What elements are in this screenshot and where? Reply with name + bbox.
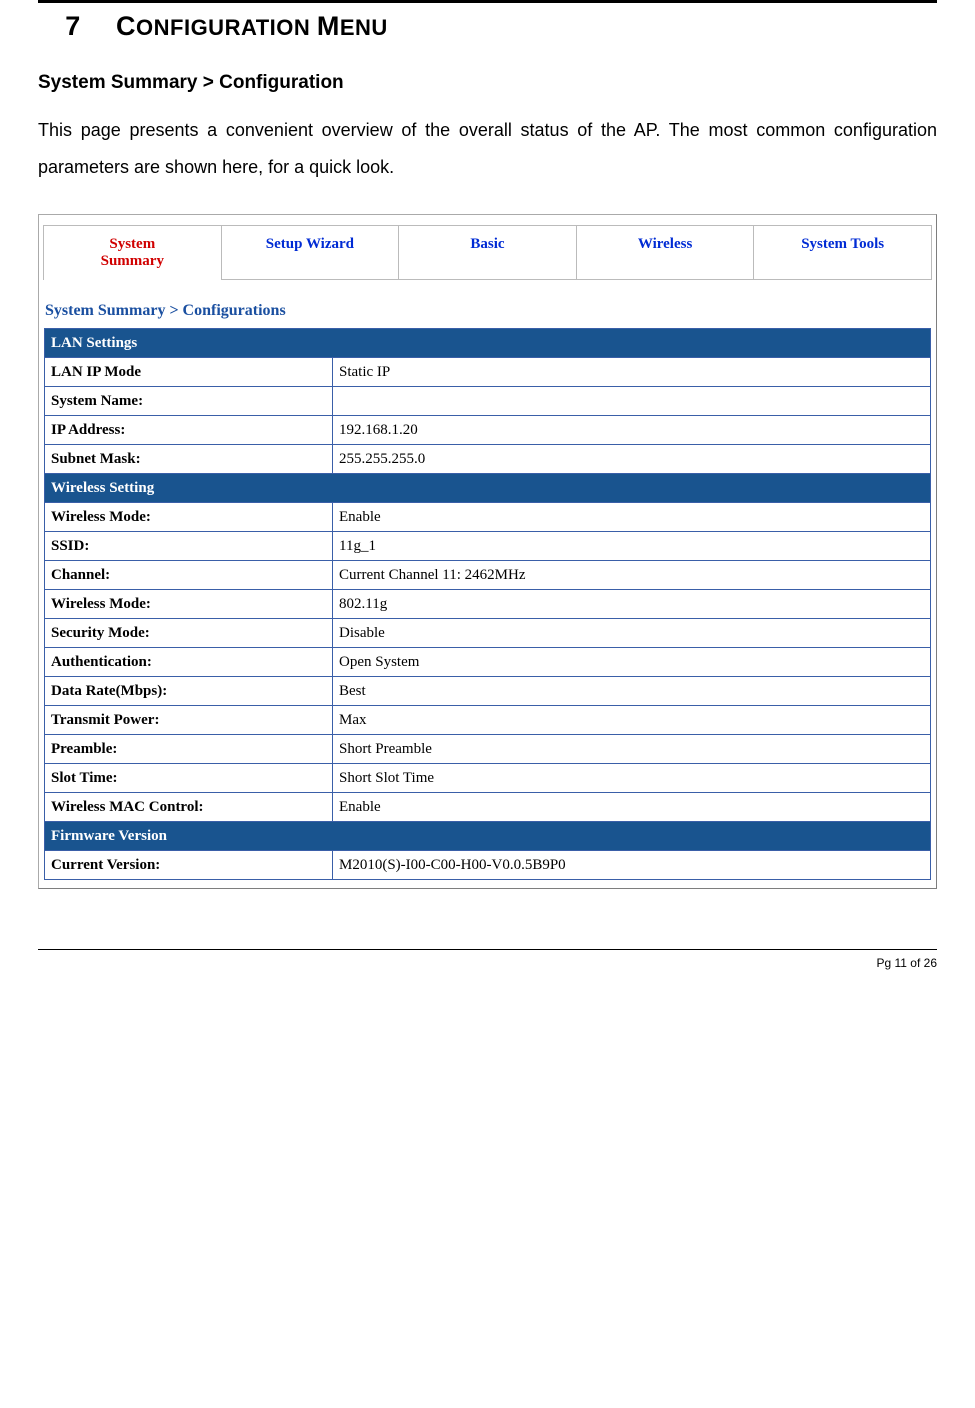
chapter-heading: 7 CONFIGURATION MENU: [38, 11, 937, 42]
lan-value: 192.168.1.20: [333, 416, 931, 445]
lan-label: System Name:: [45, 387, 333, 416]
wl-label: SSID:: [45, 532, 333, 561]
breadcrumb: System Summary > Configuration: [38, 72, 937, 94]
section-wireless-title: Wireless Setting: [45, 474, 931, 503]
table-row: LAN IP ModeStatic IP: [45, 358, 931, 387]
tab-setup-wizard[interactable]: Setup Wizard: [222, 225, 400, 281]
tab-wireless[interactable]: Wireless: [577, 225, 755, 281]
wl-value: 802.11g: [333, 590, 931, 619]
wl-label: Preamble:: [45, 735, 333, 764]
table-row: Wireless Mode:802.11g: [45, 590, 931, 619]
table-row: Wireless Mode:Enable: [45, 503, 931, 532]
wl-label: Authentication:: [45, 648, 333, 677]
page-body: 7 CONFIGURATION MENU System Summary > Co…: [0, 11, 975, 889]
wl-value: Short Preamble: [333, 735, 931, 764]
tab-bar: System Summary Setup Wizard Basic Wirele…: [43, 225, 932, 281]
table-row: Slot Time:Short Slot Time: [45, 764, 931, 793]
tab-system-summary[interactable]: System Summary: [43, 225, 222, 281]
wl-label: Data Rate(Mbps):: [45, 677, 333, 706]
tab-basic[interactable]: Basic: [399, 225, 577, 281]
table-row: Channel:Current Channel 11: 2462MHz: [45, 561, 931, 590]
screenshot-breadcrumb: System Summary > Configurations: [45, 302, 930, 320]
config-screenshot: System Summary Setup Wizard Basic Wirele…: [38, 214, 937, 890]
intro-paragraph: This page presents a convenient overview…: [38, 112, 937, 186]
table-row: SSID:11g_1: [45, 532, 931, 561]
table-row: Authentication:Open System: [45, 648, 931, 677]
table-row: Preamble:Short Preamble: [45, 735, 931, 764]
wl-label: Security Mode:: [45, 619, 333, 648]
chapter-number: 7: [38, 11, 108, 42]
section-firmware-title: Firmware Version: [45, 822, 931, 851]
wl-label: Slot Time:: [45, 764, 333, 793]
lan-label: Subnet Mask:: [45, 445, 333, 474]
wl-label: Transmit Power:: [45, 706, 333, 735]
wl-value: Short Slot Time: [333, 764, 931, 793]
section-lan: LAN Settings: [45, 329, 931, 358]
lan-label: IP Address:: [45, 416, 333, 445]
lan-value: Static IP: [333, 358, 931, 387]
tab-system-tools[interactable]: System Tools: [754, 225, 932, 281]
fw-value: M2010(S)-I00-C00-H00-V0.0.5B9P0: [333, 851, 931, 880]
fw-label: Current Version:: [45, 851, 333, 880]
table-row: Current Version:M2010(S)-I00-C00-H00-V0.…: [45, 851, 931, 880]
wl-value: Enable: [333, 793, 931, 822]
top-rule: [38, 0, 937, 3]
wl-label: Wireless Mode:: [45, 590, 333, 619]
wl-value: Best: [333, 677, 931, 706]
wl-value: Current Channel 11: 2462MHz: [333, 561, 931, 590]
table-row: System Name:: [45, 387, 931, 416]
table-row: Wireless MAC Control:Enable: [45, 793, 931, 822]
table-row: Data Rate(Mbps):Best: [45, 677, 931, 706]
chapter-title: CONFIGURATION MENU: [116, 11, 388, 41]
wl-value: Enable: [333, 503, 931, 532]
table-row: Transmit Power:Max: [45, 706, 931, 735]
section-lan-title: LAN Settings: [45, 329, 931, 358]
section-firmware: Firmware Version: [45, 822, 931, 851]
wl-value: Disable: [333, 619, 931, 648]
lan-value: 255.255.255.0: [333, 445, 931, 474]
section-wireless: Wireless Setting: [45, 474, 931, 503]
wl-label: Wireless Mode:: [45, 503, 333, 532]
wl-value: Max: [333, 706, 931, 735]
wl-label: Wireless MAC Control:: [45, 793, 333, 822]
table-row: IP Address:192.168.1.20: [45, 416, 931, 445]
wl-value: 11g_1: [333, 532, 931, 561]
wl-value: Open System: [333, 648, 931, 677]
lan-value: [333, 387, 931, 416]
table-row: Security Mode:Disable: [45, 619, 931, 648]
wl-label: Channel:: [45, 561, 333, 590]
table-row: Subnet Mask:255.255.255.0: [45, 445, 931, 474]
page-footer: Pg 11 of 26: [0, 950, 975, 988]
config-table: LAN SettingsLAN IP ModeStatic IPSystem N…: [44, 328, 931, 880]
lan-label: LAN IP Mode: [45, 358, 333, 387]
